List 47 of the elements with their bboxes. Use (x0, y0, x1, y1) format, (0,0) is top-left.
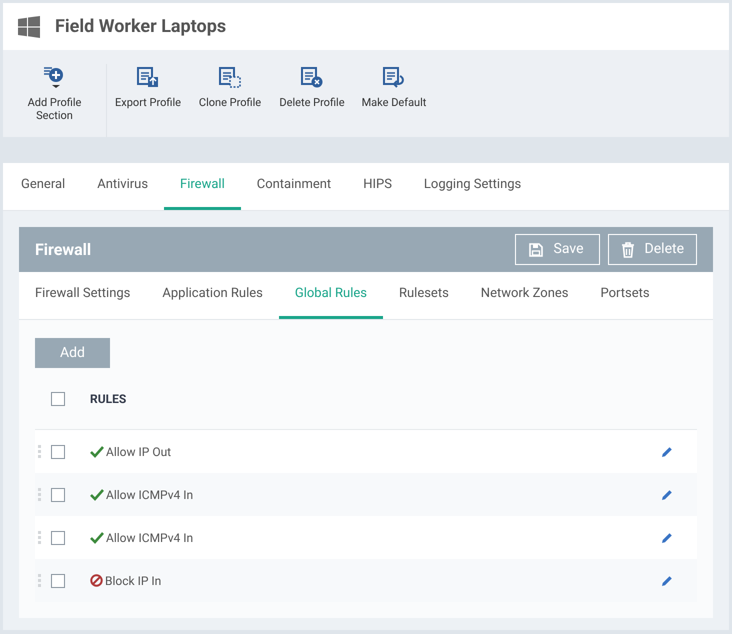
rule-row[interactable]: Allow ICMPv4 In (35, 516, 697, 559)
subtab[interactable]: Application Rules (146, 272, 279, 319)
check-icon (90, 532, 104, 544)
subtab[interactable]: Firewall Settings (19, 272, 146, 319)
rule-row[interactable]: Allow IP Out (35, 430, 697, 473)
drag-handle-icon[interactable] (37, 488, 43, 502)
toolbar-button[interactable]: Make Default (353, 64, 435, 109)
drag-handle-icon[interactable] (37, 444, 43, 458)
pencil-icon[interactable] (661, 488, 673, 500)
check-icon (90, 488, 104, 500)
rule-name: Block IP In (105, 572, 162, 590)
subtab[interactable]: Rulesets (382, 272, 465, 319)
drag-handle-icon[interactable] (37, 530, 43, 544)
subtab[interactable]: Portsets (584, 272, 666, 319)
windows-logo-icon (18, 16, 40, 38)
checkbox[interactable] (51, 444, 65, 458)
pencil-icon[interactable] (661, 532, 673, 544)
checkbox[interactable] (51, 574, 65, 588)
check-icon (90, 446, 104, 458)
tab[interactable]: Antivirus (81, 163, 164, 210)
checkbox[interactable] (51, 392, 65, 406)
toolbar-button[interactable]: Clone Profile (189, 64, 271, 109)
rule-name: Allow ICMPv4 In (106, 486, 194, 504)
checkbox[interactable] (51, 488, 65, 502)
toolbar-button[interactable]: Delete Profile (271, 64, 353, 109)
export-profile-icon (135, 64, 161, 90)
trash-icon (620, 242, 635, 258)
rule-name: Allow ICMPv4 In (106, 530, 194, 546)
column-header: RULES (90, 390, 126, 408)
rule-name: Allow IP Out (106, 444, 172, 460)
toolbar-button[interactable]: Export Profile (107, 64, 189, 109)
drag-handle-icon[interactable] (37, 574, 43, 588)
panel-title: Firewall (35, 238, 92, 260)
block-icon (90, 574, 103, 587)
checkbox[interactable] (51, 530, 65, 544)
tab[interactable]: General (5, 163, 82, 210)
tab[interactable]: Containment (240, 163, 348, 210)
page-title: Field Worker Laptops (55, 15, 226, 39)
pencil-icon[interactable] (661, 446, 673, 458)
tab[interactable]: HIPS (347, 163, 408, 210)
default-profile-icon (381, 64, 407, 90)
toolbar-button[interactable]: Add Profile Section (3, 64, 107, 137)
clone-profile-icon (217, 64, 243, 90)
pencil-icon[interactable] (661, 574, 673, 586)
tab[interactable]: Logging Settings (408, 163, 538, 210)
delete-profile-icon (299, 64, 325, 90)
subtab[interactable]: Network Zones (464, 272, 584, 319)
